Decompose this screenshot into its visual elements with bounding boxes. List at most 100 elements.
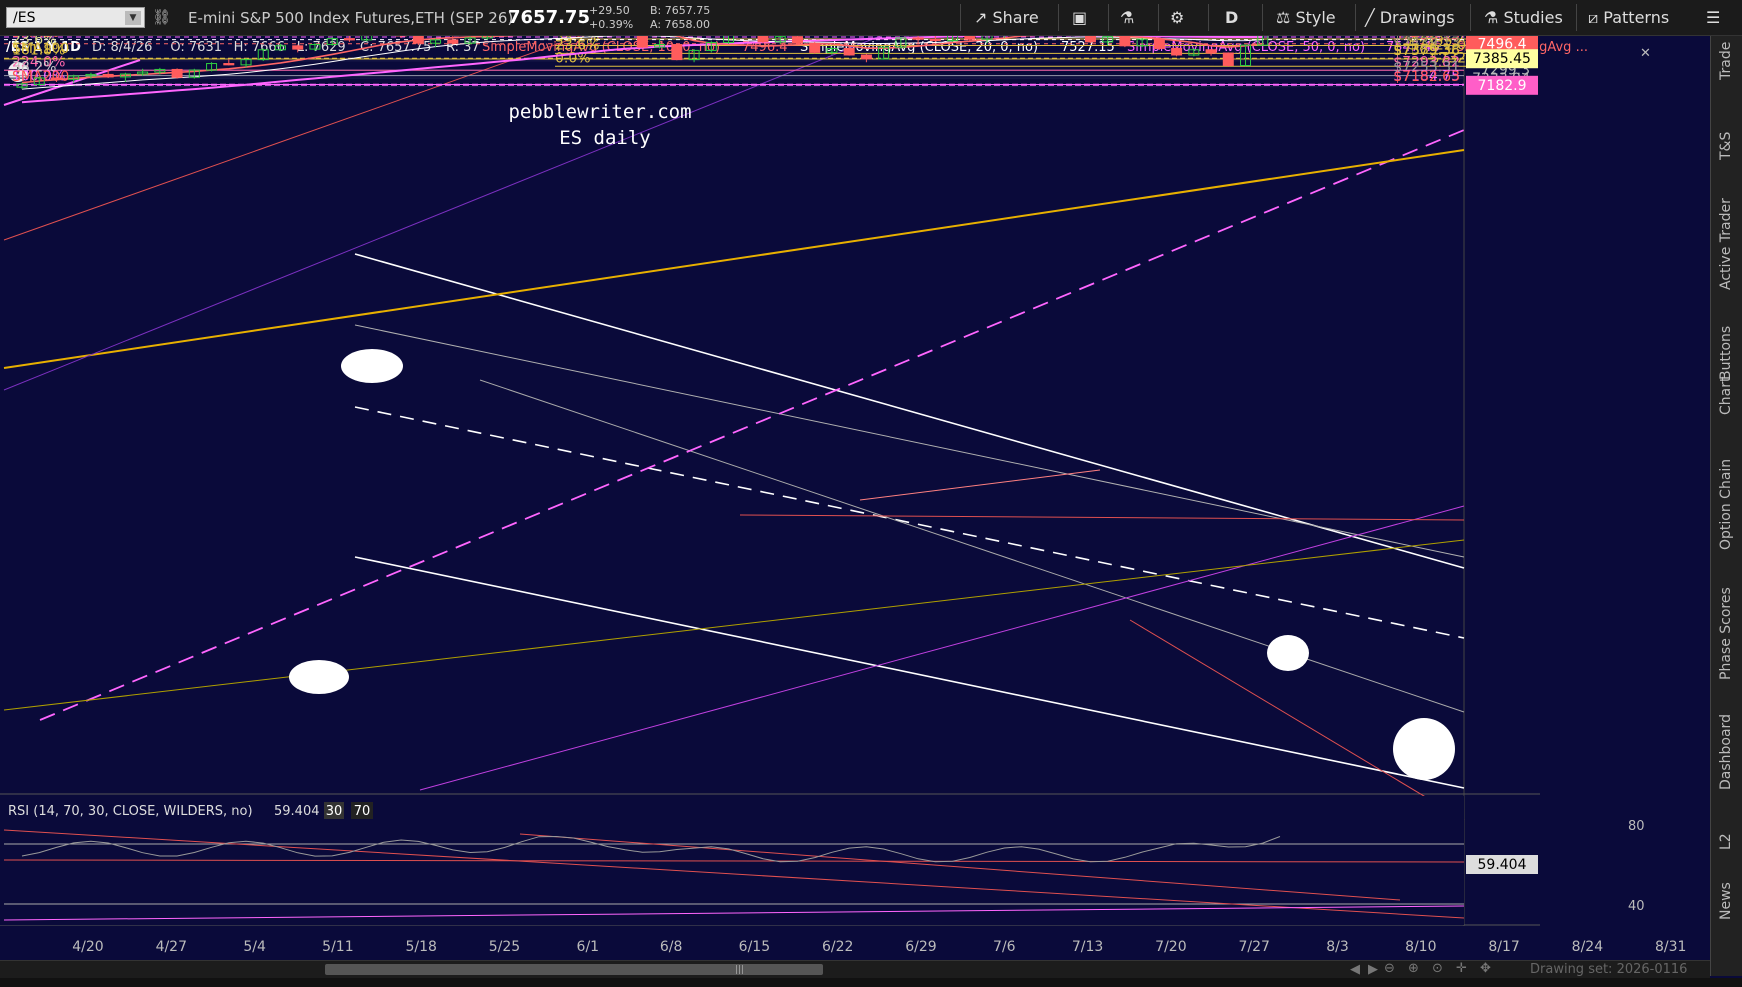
drawings-label: Drawings (1379, 8, 1455, 27)
toolbar-divider (1058, 4, 1059, 31)
tab-label: L2 (1718, 833, 1734, 850)
time-axis-label: 7/13 (1072, 939, 1103, 955)
flask-icon[interactable]: ⚗ (1120, 8, 1134, 27)
last-price: 7657.75 (508, 7, 590, 28)
candle-body (447, 39, 459, 44)
candle-body (1153, 38, 1165, 49)
share-button[interactable]: ↗ Share (974, 8, 1039, 27)
tab-label: Active Trader (1718, 198, 1734, 290)
tab-trade[interactable]: Trade (1711, 42, 1742, 90)
pan-icon[interactable]: ✥ (1480, 961, 1491, 976)
toolbar-divider (1576, 4, 1577, 31)
tab-label: Dashboard (1718, 714, 1734, 790)
watermark-line2: ES daily (559, 127, 651, 149)
time-axis-label: 6/8 (660, 939, 683, 955)
zoom-in-icon[interactable]: ⊕ (1408, 961, 1419, 976)
time-axis-label: 7/6 (993, 939, 1016, 955)
rsi-legend-value: 59.404 (274, 804, 320, 819)
tab-label: News (1718, 882, 1734, 920)
candle-body (671, 44, 683, 61)
patterns-icon: ⧄ (1588, 8, 1599, 27)
instrument-name: E-mini S&P 500 Index Futures,ETH (SEP 26… (188, 9, 514, 27)
rsi-axis-label: 80 (1628, 819, 1645, 834)
tab-l2[interactable]: L2 (1711, 833, 1742, 860)
crosshair-icon[interactable]: ✛ (1456, 961, 1467, 976)
time-axis-label: 5/11 (322, 939, 353, 955)
toolbar-divider (960, 4, 961, 31)
tab-phase-scores[interactable]: Phase Scores (1711, 587, 1742, 690)
tab-label: Buttons (1718, 325, 1734, 380)
flask-icon: ⚗ (1484, 8, 1499, 27)
symbol-text: /ES (13, 10, 36, 26)
highlight-circle (1393, 718, 1455, 780)
toolbar-divider (1470, 4, 1471, 31)
highlight-circle (341, 349, 403, 383)
tab-label: Phase Scores (1718, 587, 1734, 680)
highlight-circle (1267, 635, 1309, 671)
candle-body (1084, 36, 1096, 43)
style-button[interactable]: ⚖ Style (1276, 8, 1336, 27)
price-tag-label: 7385.45 (1473, 51, 1531, 67)
time-axis-label: 8/31 (1655, 939, 1686, 955)
bottom-strip (0, 978, 1742, 987)
bid-value: B: 7657.75 (650, 4, 711, 17)
time-axis-label: 7/27 (1238, 939, 1269, 955)
zoom-reset-icon[interactable]: ⊙ (1432, 961, 1443, 976)
candle-body (292, 45, 304, 50)
studies-label: Studies (1503, 8, 1563, 27)
tab-label: T&S (1718, 131, 1734, 160)
candle-body (412, 36, 424, 44)
rsi-overbought: 70 (354, 804, 371, 819)
time-axis-label: 8/24 (1572, 939, 1604, 955)
camera-icon[interactable]: ▣ (1072, 8, 1087, 27)
candle-body (912, 37, 924, 40)
scroll-left-icon[interactable]: ◀ (1350, 962, 1360, 977)
candle-body (50, 77, 62, 80)
candle-body (929, 38, 941, 42)
tab-active-trader[interactable]: Active Trader (1711, 198, 1742, 300)
link-icon[interactable]: ⛓ (152, 8, 171, 26)
tab-dashboard[interactable]: Dashboard (1711, 714, 1742, 800)
zoom-out-icon[interactable]: ⊖ (1384, 961, 1395, 976)
time-axis-label: 6/29 (905, 939, 936, 955)
time-axis-label: 5/4 (243, 939, 266, 955)
drawings-button[interactable]: ╱ Drawings (1365, 8, 1455, 27)
period-button[interactable]: D (1225, 8, 1238, 27)
share-icon: ↗ (974, 8, 988, 27)
candle-body (1222, 52, 1234, 67)
date-value: D: 8/4/26 (92, 40, 152, 55)
time-axis-label: 5/25 (489, 939, 520, 955)
grip-icon: ||| (735, 965, 745, 975)
candle-body (223, 63, 235, 66)
candle-body (1205, 49, 1217, 54)
gear-icon[interactable]: ⚙ (1170, 8, 1184, 27)
tab-news[interactable]: News (1711, 882, 1742, 930)
style-label: Style (1295, 8, 1336, 27)
symbol-selector[interactable]: /ES ▼ (6, 7, 145, 28)
tab-t-s[interactable]: T&S (1711, 132, 1742, 170)
change-percent: +0.39% (589, 18, 634, 31)
candle-body (791, 36, 803, 44)
toolbar-divider (1208, 4, 1209, 31)
time-scrollbar[interactable]: ||| ◀ ▶ ⊖ ⊕ ⊙ ✛ ✥ (0, 960, 1710, 978)
candle-body (843, 47, 855, 56)
rsi-legend: RSI (14, 70, 30, CLOSE, WILDERS, no) (8, 804, 253, 819)
scroll-right-icon[interactable]: ▶ (1368, 962, 1378, 977)
candle-body (809, 42, 821, 53)
highlight-circle (289, 660, 349, 694)
studies-button[interactable]: ⚗ Studies (1484, 8, 1563, 27)
candle-body (343, 38, 355, 41)
chart-area[interactable]: /ES 1 Y 1D D: 8/4/26 O: 7631 H: 7666 L: 7629… (0, 36, 1710, 960)
right-sidebar: Trade T&S Active Trader Buttons Chart Option … (1710, 36, 1742, 976)
candle-body (636, 36, 648, 48)
menu-icon[interactable]: ☰ (1706, 8, 1720, 27)
scrollbar-thumb[interactable]: ||| (325, 964, 823, 975)
net-change: +29.50 +0.39% (589, 4, 633, 32)
chevron-down-icon[interactable]: ▼ (125, 11, 141, 25)
candle-body (1119, 36, 1131, 47)
tab-chart[interactable]: Chart (1711, 377, 1742, 425)
tab-option-chain[interactable]: Option Chain (1711, 459, 1742, 560)
change-value: +29.50 (589, 4, 630, 17)
pencil-icon: ╱ (1365, 8, 1375, 27)
patterns-button[interactable]: ⧄ Patterns (1588, 8, 1669, 28)
